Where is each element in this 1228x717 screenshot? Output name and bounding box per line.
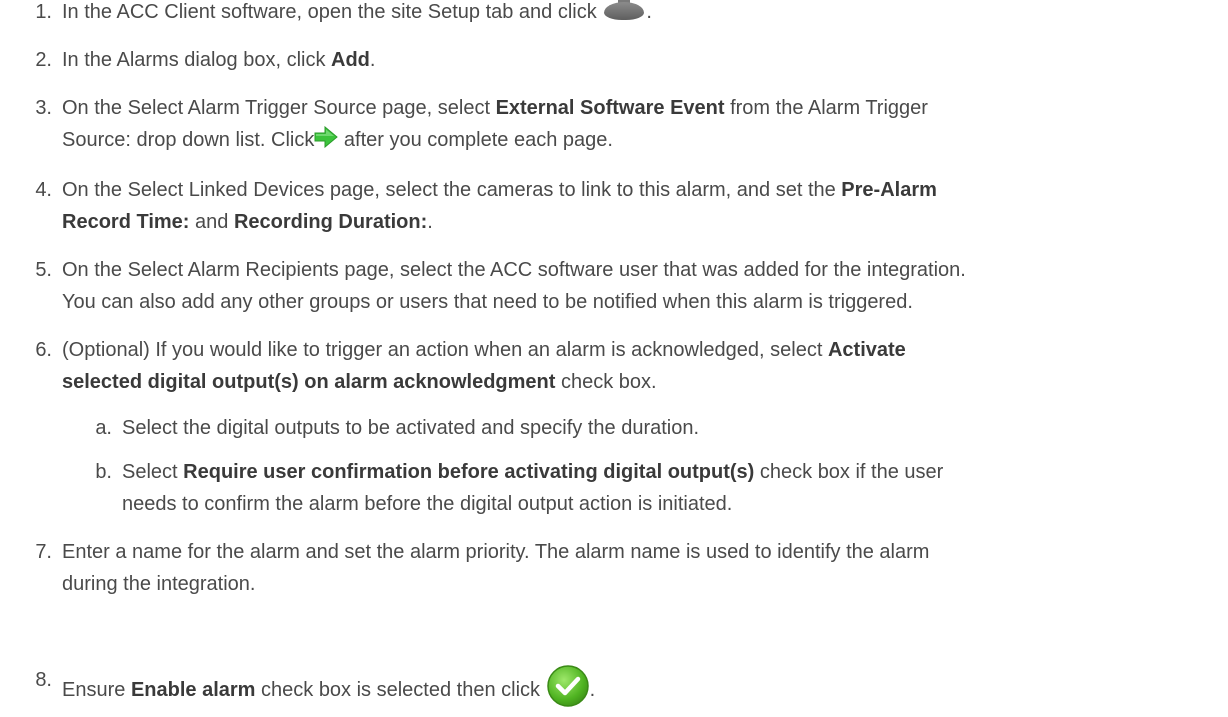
- step-number: 6.: [35, 339, 52, 361]
- step-number: 8.: [35, 669, 52, 691]
- step-text: (Optional) If you would like to trigger …: [62, 339, 906, 393]
- step-text: On the Select Alarm Recipients page, sel…: [62, 259, 966, 313]
- step-number: b.: [95, 461, 112, 483]
- alarm-bell-icon: [602, 0, 646, 22]
- green-arrow-icon: [314, 126, 339, 148]
- step-number: 3.: [35, 97, 52, 119]
- step-text: In the Alarms dialog box, click Add.: [62, 49, 376, 71]
- step-6b: b. Select Require user confirmation befo…: [0, 456, 1180, 520]
- step-number: 2.: [35, 49, 52, 71]
- step-2: 2. In the Alarms dialog box, click Add.: [0, 44, 1228, 76]
- step-3: 3. On the Select Alarm Trigger Source pa…: [0, 92, 1228, 156]
- step-text: Select Require user confirmation before …: [122, 461, 944, 515]
- step-text: On the Select Linked Devices page, selec…: [62, 179, 937, 233]
- step-1-text: In the ACC Client software, open the sit…: [62, 1, 597, 23]
- step-number: 7.: [35, 541, 52, 563]
- green-check-icon: [546, 665, 589, 707]
- step-1: 1. In the ACC Client software, open the …: [0, 0, 1228, 28]
- step-text: Select the digital outputs to be activat…: [122, 417, 700, 439]
- procedure-page: 1. In the ACC Client software, open the …: [0, 0, 1228, 717]
- step-text: Ensure Enable alarm check box is selecte…: [52, 664, 1222, 708]
- step-number: 1.: [35, 1, 52, 23]
- step-4: 4. On the Select Linked Devices page, se…: [0, 174, 1228, 238]
- step-number: a.: [95, 417, 112, 439]
- step-6a: a. Select the digital outputs to be acti…: [0, 412, 1180, 444]
- step-text: In the ACC Client software, open the sit…: [52, 0, 1222, 28]
- external-software-event-label: External Software Event: [495, 97, 725, 119]
- step-number: 4.: [35, 179, 52, 201]
- step-8: 8. Ensure Enable alarm check box is sele…: [0, 664, 1228, 708]
- step-text: Enter a name for the alarm and set the a…: [62, 541, 930, 595]
- step-5: 5. On the Select Alarm Recipients page, …: [0, 254, 1228, 318]
- step-6: 6. (Optional) If you would like to trigg…: [0, 334, 1228, 398]
- step-text: On the Select Alarm Trigger Source page,…: [62, 97, 928, 151]
- step-7: 7. Enter a name for the alarm and set th…: [0, 536, 1228, 600]
- add-label: Add: [331, 49, 370, 71]
- enable-alarm-label: Enable alarm: [130, 679, 256, 701]
- step-number: 5.: [35, 259, 52, 281]
